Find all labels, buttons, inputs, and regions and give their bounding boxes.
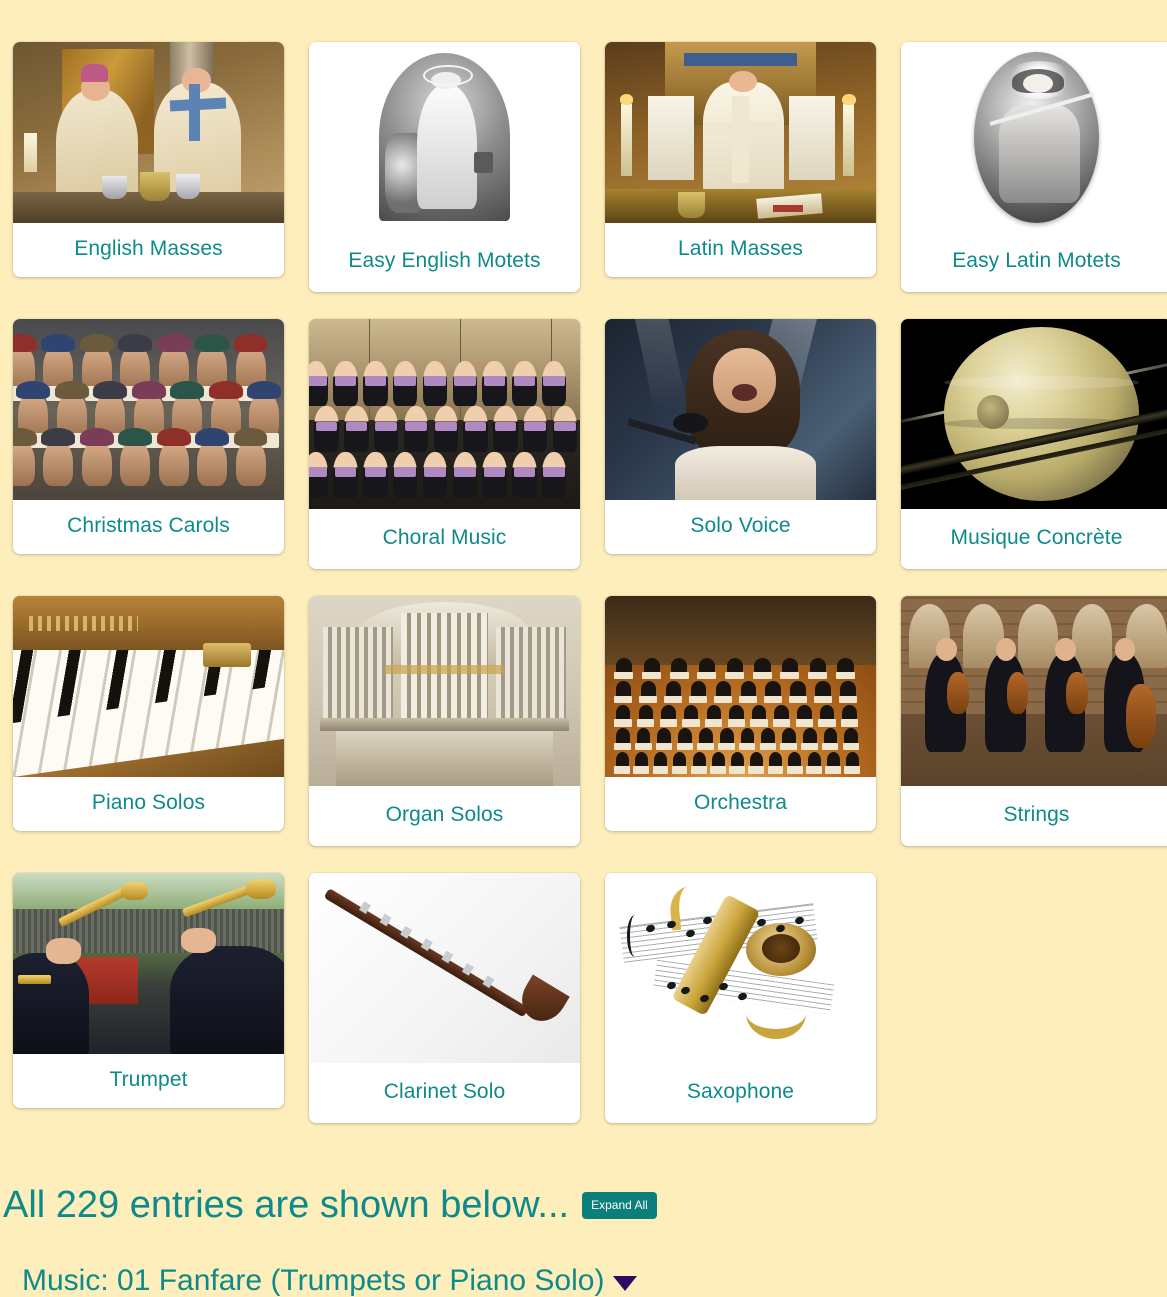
category-label[interactable]: English Masses	[13, 223, 284, 277]
category-card-musique-concrete[interactable]: Musique Concrète	[901, 319, 1167, 570]
category-card-organ-solos[interactable]: Organ Solos	[309, 596, 580, 847]
category-row-4: Trumpet Clarinet Solo Saxophone	[13, 873, 1167, 1150]
category-card-easy-latin-motets[interactable]: Easy Latin Motets	[901, 42, 1167, 293]
category-card-solo-voice[interactable]: Solo Voice	[605, 319, 876, 555]
category-label[interactable]: Orchestra	[605, 777, 876, 831]
entries-heading-row: All 229 entries are shown below... Expan…	[0, 1186, 657, 1224]
category-card-english-masses[interactable]: English Masses	[13, 42, 284, 278]
category-label[interactable]: Choral Music	[309, 509, 580, 569]
category-thumbnail-choral-music	[309, 319, 580, 510]
category-card-strings[interactable]: Strings	[901, 596, 1167, 847]
category-card-clarinet-solo[interactable]: Clarinet Solo	[309, 873, 580, 1124]
category-thumbnail-trumpet	[13, 873, 284, 1055]
category-label[interactable]: Christmas Carols	[13, 500, 284, 554]
category-label[interactable]: Easy English Motets	[309, 232, 580, 292]
category-row-3: Piano Solos Organ Solos Orchestra String…	[13, 596, 1167, 873]
category-thumbnail-solo-voice	[605, 319, 876, 501]
category-thumbnail-christmas-carols	[13, 319, 284, 501]
category-thumbnail-organ-solos	[309, 596, 580, 787]
category-label[interactable]: Solo Voice	[605, 500, 876, 554]
category-label[interactable]: Latin Masses	[605, 223, 876, 277]
category-label[interactable]: Organ Solos	[309, 786, 580, 846]
category-label[interactable]: Musique Concrète	[901, 509, 1167, 569]
category-row-1: English Masses Easy English Motets Latin…	[13, 42, 1167, 319]
entries-heading: All 229 entries are shown below...	[3, 1184, 570, 1226]
category-thumbnail-saxophone	[605, 873, 876, 1064]
category-row-2: Christmas Carols Choral Music Solo Voice	[13, 319, 1167, 596]
category-card-latin-masses[interactable]: Latin Masses	[605, 42, 876, 278]
category-thumbnail-musique-concrete	[901, 319, 1167, 510]
category-card-easy-english-motets[interactable]: Easy English Motets	[309, 42, 580, 293]
category-card-christmas-carols[interactable]: Christmas Carols	[13, 319, 284, 555]
category-thumbnail-easy-latin-motets	[901, 42, 1167, 232]
caret-down-icon[interactable]	[613, 1276, 638, 1291]
category-card-orchestra[interactable]: Orchestra	[605, 596, 876, 832]
category-card-saxophone[interactable]: Saxophone	[605, 873, 876, 1124]
category-card-choral-music[interactable]: Choral Music	[309, 319, 580, 570]
category-thumbnail-orchestra	[605, 596, 876, 778]
category-thumbnail-latin-masses	[605, 42, 876, 223]
expand-all-button[interactable]: Expand All	[582, 1191, 657, 1219]
category-thumbnail-piano-solos	[13, 596, 284, 778]
category-thumbnail-clarinet-solo	[309, 873, 580, 1064]
category-label[interactable]: Easy Latin Motets	[901, 232, 1167, 292]
category-card-trumpet[interactable]: Trumpet	[13, 873, 284, 1109]
category-card-piano-solos[interactable]: Piano Solos	[13, 596, 284, 832]
category-label[interactable]: Trumpet	[13, 1054, 284, 1108]
category-label[interactable]: Clarinet Solo	[309, 1063, 580, 1123]
category-thumbnail-easy-english-motets	[309, 42, 580, 232]
category-card-grid: English Masses Easy English Motets Latin…	[13, 42, 1167, 1150]
category-thumbnail-english-masses	[13, 42, 284, 223]
category-label[interactable]: Saxophone	[605, 1063, 876, 1123]
category-label[interactable]: Piano Solos	[13, 777, 284, 831]
category-thumbnail-strings	[901, 596, 1167, 787]
category-label[interactable]: Strings	[901, 786, 1167, 846]
